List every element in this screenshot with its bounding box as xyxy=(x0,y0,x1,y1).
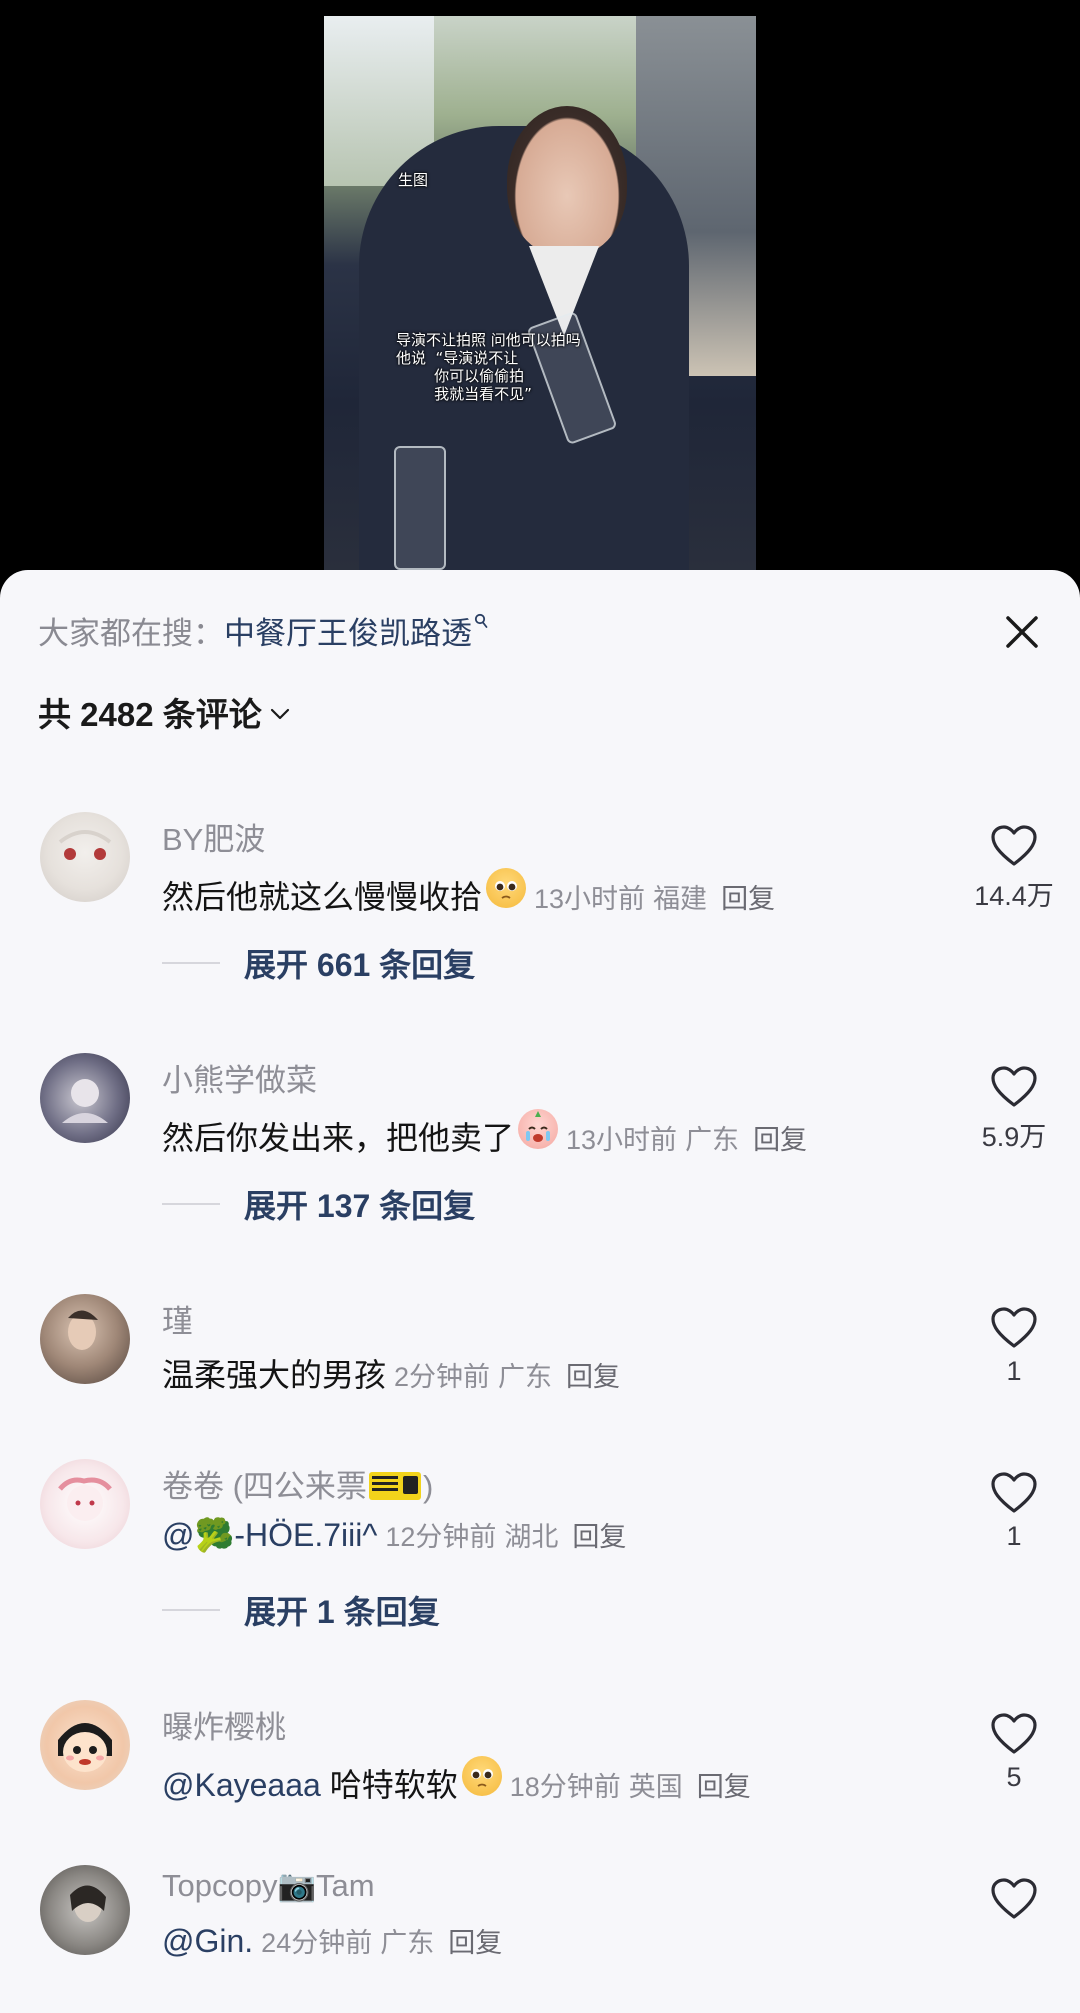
avatar[interactable] xyxy=(40,1865,130,1955)
comment-location: 湖北 xyxy=(504,1522,559,1552)
expand-replies-label: 展开 1 条回复 xyxy=(244,1594,440,1630)
comment-text: 然后他就这么慢慢收拾 xyxy=(162,879,483,915)
comment-time: 13小时前 xyxy=(534,884,646,914)
search-icon xyxy=(474,613,488,634)
video-caption-line: 导演不让拍照 问他可以拍吗 xyxy=(396,331,581,349)
close-icon[interactable] xyxy=(1002,612,1042,652)
username-text: ) xyxy=(422,1469,434,1504)
comment-mention[interactable]: @🥦-HÖE.7iii^ xyxy=(162,1516,377,1554)
comments-sheet: 大家都在搜： 中餐厅王俊凯路透 共 2482 条评论 BY肥波 然后他就这么慢慢… xyxy=(0,570,1080,2013)
comment-location: 福建 xyxy=(653,884,708,914)
comment-time: 18分钟前 xyxy=(509,1772,621,1802)
like-heart-icon[interactable] xyxy=(990,1471,1038,1515)
comment-mention[interactable]: @Kayeaaa xyxy=(162,1767,321,1804)
comment-username[interactable]: 小熊学做菜 xyxy=(162,1055,317,1100)
comment-body: @Gin. 24分钟前 广东 回复 xyxy=(162,1921,502,1960)
reply-button[interactable]: 回复 xyxy=(721,877,775,916)
like-heart-icon[interactable] xyxy=(990,1065,1038,1109)
video-caption-line: 我就当看不见” xyxy=(396,385,532,403)
reply-button[interactable]: 回复 xyxy=(697,1765,751,1804)
comment-location: 广东 xyxy=(685,1125,740,1155)
divider xyxy=(162,1203,220,1205)
avatar[interactable] xyxy=(40,1294,130,1384)
comment-text: 温柔强大的男孩 xyxy=(162,1357,387,1393)
reply-button[interactable]: 回复 xyxy=(753,1118,807,1157)
divider xyxy=(162,962,220,964)
chevron-down-icon xyxy=(270,708,289,720)
comment-location: 广东 xyxy=(380,1928,435,1958)
like-count: 14.4万 xyxy=(974,881,1054,911)
comment-location: 广东 xyxy=(498,1362,553,1392)
trending-search-prefix: 大家都在搜： xyxy=(38,616,224,651)
avatar[interactable] xyxy=(40,1053,130,1143)
video-label: 生图 xyxy=(398,171,429,189)
comment-count: 共 2482 条评论 xyxy=(38,696,262,733)
like-count: 5 xyxy=(1006,1762,1022,1792)
comment-username[interactable]: BY肥波 xyxy=(162,814,265,859)
comment-time: 24分钟前 xyxy=(261,1928,373,1958)
like-heart-icon[interactable] xyxy=(990,1306,1038,1350)
like-count: 5.9万 xyxy=(981,1122,1047,1152)
like-count: 1 xyxy=(1006,1356,1022,1386)
comment-body: 温柔强大的男孩 2分钟前 广东 回复 xyxy=(162,1350,620,1396)
comment-count-dropdown[interactable]: 共 2482 条评论 xyxy=(38,688,290,736)
video-player[interactable]: 生图 导演不让拍照 问他可以拍吗 他说 “导演说不让 你可以偷偷拍 我就当看不见… xyxy=(0,0,1080,600)
expand-replies-button[interactable]: 展开 1 条回复 xyxy=(162,1587,440,1633)
reply-button[interactable]: 回复 xyxy=(448,1921,502,1960)
comment-text: 哈特软软 xyxy=(320,1767,458,1803)
expand-replies-button[interactable]: 展开 137 条回复 xyxy=(162,1181,475,1227)
video-caption-line: 他说 “导演说不让 xyxy=(396,349,519,367)
person-head xyxy=(507,106,627,256)
pleading-face-icon xyxy=(461,1756,502,1796)
comment-username[interactable]: 瑾 xyxy=(162,1296,193,1341)
trending-search[interactable]: 大家都在搜： 中餐厅王俊凯路透 xyxy=(38,608,488,653)
expand-replies-button[interactable]: 展开 661 条回复 xyxy=(162,940,475,986)
crying-face-icon xyxy=(518,1109,559,1149)
video-frame[interactable]: 生图 导演不让拍照 问他可以拍吗 他说 “导演说不让 你可以偷偷拍 我就当看不见… xyxy=(324,16,756,570)
trending-search-keyword[interactable]: 中餐厅王俊凯路透 xyxy=(224,608,472,653)
avatar[interactable] xyxy=(40,812,130,902)
like-heart-icon[interactable] xyxy=(990,1877,1038,1921)
like-count: 1 xyxy=(1006,1521,1022,1551)
comment-username[interactable]: 卷卷 (四公来票) xyxy=(162,1461,433,1506)
comment-location: 英国 xyxy=(628,1772,683,1802)
comment-time: 2分钟前 xyxy=(394,1362,491,1392)
comment-body: @Kayeaaa 哈特软软 18分钟前 英国 回复 xyxy=(162,1756,751,1806)
reply-button[interactable]: 回复 xyxy=(566,1355,620,1394)
expand-replies-label: 展开 661 条回复 xyxy=(244,947,476,983)
comment-text: 然后你发出来，把他卖了 xyxy=(162,1120,515,1156)
pleading-face-icon xyxy=(486,868,527,908)
comment-time: 12分钟前 xyxy=(385,1522,497,1552)
divider xyxy=(162,1609,220,1611)
like-heart-icon[interactable] xyxy=(990,824,1038,868)
comment-body: @🥦-HÖE.7iii^ 12分钟前 湖北 回复 xyxy=(162,1515,626,1554)
comment-username[interactable]: 曝炸樱桃 xyxy=(162,1702,286,1747)
comment-body: 然后他就这么慢慢收拾 13小时前 福建 回复 xyxy=(162,868,775,918)
username-text: 卷卷 (四公来票 xyxy=(162,1469,367,1504)
glass-cup xyxy=(394,446,446,570)
like-heart-icon[interactable] xyxy=(990,1712,1038,1756)
comment-body: 然后你发出来，把他卖了 13小时前 广东 回复 xyxy=(162,1109,807,1159)
comment-time: 13小时前 xyxy=(566,1125,678,1155)
expand-replies-label: 展开 137 条回复 xyxy=(244,1188,476,1224)
concert-ticket-icon xyxy=(368,1472,421,1500)
reply-button[interactable]: 回复 xyxy=(572,1515,626,1554)
comment-mention[interactable]: @Gin. xyxy=(162,1923,253,1960)
comment-username[interactable]: Topcopy📷Tam xyxy=(162,1867,375,1904)
avatar[interactable] xyxy=(40,1700,130,1790)
avatar[interactable] xyxy=(40,1459,130,1549)
video-caption-line: 你可以偷偷拍 xyxy=(396,367,525,385)
